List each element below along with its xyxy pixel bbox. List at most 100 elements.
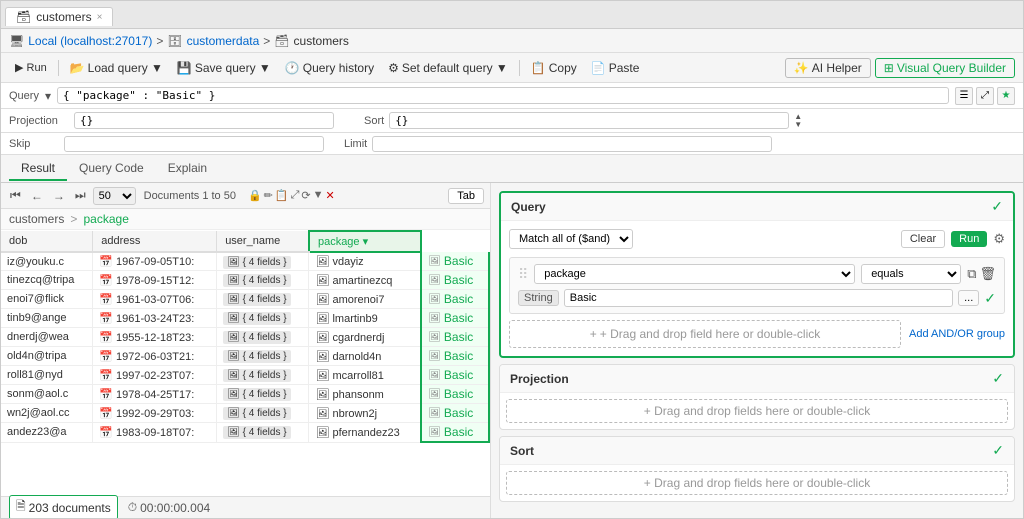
edit-icon[interactable]: ✏ [264, 189, 273, 202]
next-page-button[interactable]: → [50, 188, 68, 204]
dots-button[interactable]: ... [958, 290, 979, 306]
col-address: address [93, 231, 217, 252]
operator-select[interactable]: equals [861, 264, 961, 284]
table-row[interactable]: andez23@a📅 1983-09-18T07:🖼 { 4 fields }🖼… [1, 423, 489, 443]
tab-label: customers [36, 10, 91, 24]
sort-panel-check[interactable]: ✓ [992, 442, 1004, 459]
query-expand-icon[interactable]: ⤢ [976, 87, 994, 105]
query-star-icon[interactable]: ★ [997, 87, 1015, 105]
table-row[interactable]: old4n@tripa📅 1972-06-03T21:🖼 { 4 fields … [1, 347, 489, 366]
sort-section: Sort ▲ ▼ [364, 112, 802, 129]
run-button[interactable]: ▶ Run [9, 59, 53, 76]
sort-down-button[interactable]: ▼ [794, 121, 802, 129]
copy-button[interactable]: 📋 Copy [525, 59, 583, 77]
query-panel-title: Query [511, 200, 546, 214]
copy-filter-icon[interactable]: ⧉ [967, 266, 976, 282]
query-panel-check[interactable]: ✓ [991, 198, 1003, 215]
visual-query-builder-button[interactable]: ⊞ Visual Query Builder [875, 58, 1015, 78]
table-row[interactable]: tinb9@ange📅 1961-03-24T23:🖼 { 4 fields }… [1, 309, 489, 328]
cell-email: iz@youku.c [1, 252, 93, 271]
table-row[interactable]: sonm@aol.c📅 1978-04-25T17:🖼 { 4 fields }… [1, 385, 489, 404]
page-size-select[interactable]: 50 100 [93, 187, 136, 205]
lock-icon[interactable]: 🔒 [248, 189, 262, 202]
results-table: dob address user_name package ▾ iz@youku… [1, 230, 490, 443]
db-label[interactable]: customerdata [187, 34, 260, 48]
add-and-or-link[interactable]: Add AND/OR group [909, 328, 1005, 340]
tab-query-code[interactable]: Query Code [67, 157, 156, 181]
table-row[interactable]: wn2j@aol.cc📅 1992-09-29T03:🖼 { 4 fields … [1, 404, 489, 423]
save-query-button[interactable]: 💾 Save query ▼ [171, 59, 277, 77]
load-icon: 📂 [70, 61, 85, 75]
delete-filter-icon[interactable]: 🗑 [979, 266, 996, 282]
query-bar: Query ▾ ☰ ⤢ ★ [1, 83, 1023, 109]
cell-username: 🖼 mcarroll81 [309, 366, 421, 385]
cell-dob: 📅 1978-04-25T17: [93, 385, 217, 404]
sort-drop-zone[interactable]: + Drag and drop fields here or double-cl… [506, 471, 1008, 495]
table-row[interactable]: roll81@nyd📅 1997-02-23T07:🖼 { 4 fields }… [1, 366, 489, 385]
last-page-button[interactable]: ⏭ [72, 187, 89, 204]
paste-button[interactable]: 📄 Paste [585, 59, 646, 77]
cell-address: 🖼 { 4 fields } [217, 271, 309, 290]
prev-page-button[interactable]: ← [28, 188, 46, 204]
drop-add-icon: + [590, 327, 597, 341]
collection-label[interactable]: customers [294, 34, 349, 48]
table-row[interactable]: dnerdj@wea📅 1955-12-18T23:🖼 { 4 fields }… [1, 328, 489, 347]
breadcrumb: 🖥 Local (localhost:27017) > 🗄 customerda… [1, 29, 1023, 53]
filter-row: ⠿ package equals ⧉ 🗑 [509, 257, 1005, 314]
table-row[interactable]: tinezcq@tripa📅 1978-09-15T12:🖼 { 4 field… [1, 271, 489, 290]
cell-dob: 📅 1997-02-23T07: [93, 366, 217, 385]
first-page-button[interactable]: ⏮ [7, 187, 24, 204]
status-bar: 🗎 203 documents ⏱ 00:00:00.004 [1, 496, 490, 518]
drag-handle-icon[interactable]: ⠿ [518, 266, 528, 283]
tab-explain[interactable]: Explain [156, 157, 219, 181]
cell-username: 🖼 amartinezcq [309, 271, 421, 290]
table-row[interactable]: iz@youku.c📅 1967-09-05T10:🖼 { 4 fields }… [1, 252, 489, 271]
sort-input[interactable] [389, 112, 789, 129]
cell-dob: 📅 1992-09-29T03: [93, 404, 217, 423]
tab-customers[interactable]: 🗃 customers × [5, 7, 113, 26]
type-badge: String [518, 290, 559, 306]
server-label[interactable]: Local (localhost:27017) [28, 34, 152, 48]
close-table-icon[interactable]: ✕ [326, 189, 335, 202]
query-arrow[interactable]: ▾ [45, 89, 51, 103]
filter-icon[interactable]: ▼ [313, 189, 324, 202]
value-input[interactable] [564, 289, 953, 307]
cell-package: 🖼Basic [421, 271, 489, 290]
cell-dob: 📅 1983-09-18T07: [93, 423, 217, 443]
table-row[interactable]: enoi7@flick📅 1961-03-07T06:🖼 { 4 fields … [1, 290, 489, 309]
query-history-button[interactable]: 🕐 Query history [279, 59, 380, 77]
toolbar-right: ✨ AI Helper ⊞ Visual Query Builder [785, 58, 1015, 78]
field-select[interactable]: package [534, 264, 855, 284]
cell-package: 🖼Basic [421, 366, 489, 385]
clear-button[interactable]: Clear [901, 230, 945, 248]
filter-check-icon[interactable]: ✓ [984, 290, 996, 307]
copy-row-icon[interactable]: 📋 [275, 189, 289, 202]
tab-view-button[interactable]: Tab [448, 188, 484, 204]
timer: ⏱ 00:00:00.004 [128, 500, 210, 515]
limit-input[interactable] [372, 136, 772, 152]
tab-result[interactable]: Result [9, 157, 67, 181]
cell-username: 🖼 amorenoi7 [309, 290, 421, 309]
match-select[interactable]: Match all of ($and) [509, 229, 633, 249]
projection-input[interactable] [74, 112, 334, 129]
projection-panel-check[interactable]: ✓ [992, 370, 1004, 387]
right-panel: Query ✓ Match all of ($and) Clear Run ⚙ [491, 183, 1023, 518]
query-drop-zone[interactable]: + + Drag and drop field here or double-c… [509, 320, 901, 348]
run-query-button[interactable]: Run [951, 231, 987, 247]
cell-address: 🖼 { 4 fields } [217, 252, 309, 271]
ai-helper-button[interactable]: ✨ AI Helper [785, 58, 871, 78]
breadcrumb-sep1: > [156, 34, 163, 48]
cell-address: 🖼 { 4 fields } [217, 309, 309, 328]
query-options-icon[interactable]: ☰ [955, 87, 973, 105]
timer-value: 00:00:00.004 [140, 501, 210, 515]
set-default-button[interactable]: ⚙ Set default query ▼ [382, 59, 514, 77]
refresh-icon[interactable]: ⟳ [301, 189, 310, 202]
load-query-button[interactable]: 📂 Load query ▼ [64, 59, 169, 77]
col-dob: dob [1, 231, 93, 252]
settings-icon[interactable]: ⚙ [993, 231, 1005, 247]
tab-close-icon[interactable]: × [97, 12, 103, 23]
skip-input[interactable] [64, 136, 324, 152]
expand-icon[interactable]: ⤢ [291, 189, 300, 202]
projection-drop-zone[interactable]: + Drag and drop fields here or double-cl… [506, 399, 1008, 423]
query-input[interactable] [57, 87, 949, 104]
